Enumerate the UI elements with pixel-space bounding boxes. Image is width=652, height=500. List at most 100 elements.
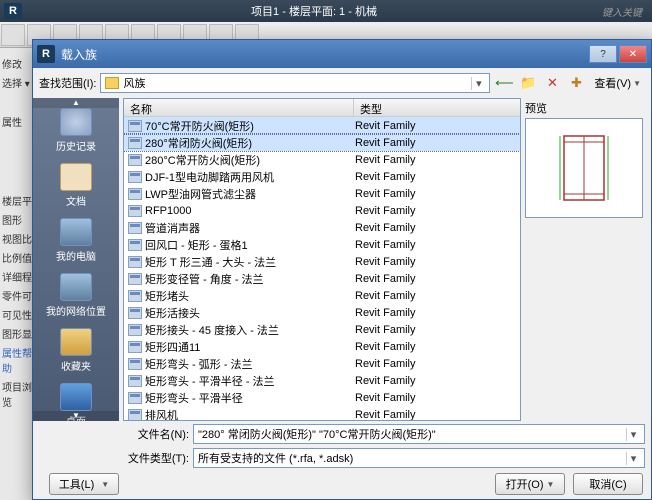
up-folder-button[interactable]: 📁 [518, 73, 538, 93]
sidebar-item-label: 我的电脑 [38, 248, 114, 263]
family-file-icon [128, 188, 142, 200]
dialog-titlebar[interactable]: R 载入族 ? ✕ [33, 40, 651, 68]
chevron-down-icon: ▼ [546, 480, 554, 489]
file-row[interactable]: 280°C常开防火阀(矩形)Revit Family [124, 151, 520, 168]
file-name: DJF-1型电动脚踏两用风机 [145, 169, 355, 185]
file-row[interactable]: RFP1000Revit Family [124, 202, 520, 219]
sidebar-item-fav[interactable]: 收藏夹 [38, 324, 114, 377]
file-list: 名称 类型 70°C常开防火阀(矩形)Revit Family280°常闭防火阀… [123, 98, 521, 421]
sidebar-item-docs[interactable]: 文档 [38, 159, 114, 212]
file-row[interactable]: 70°C常开防火阀(矩形)Revit Family [124, 117, 520, 134]
file-name: 矩形活接头 [145, 305, 355, 321]
family-file-icon [128, 409, 142, 421]
file-name: 280°常闭防火阀(矩形) [145, 135, 355, 151]
dialog-app-icon: R [37, 45, 55, 63]
path-row: 查找范围(I): 风族 ▾ ⟵ 📁 ✕ ✚ 查看(V) ▼ [33, 68, 651, 98]
toolbar-button[interactable] [1, 24, 25, 46]
places-sidebar: ▲ 历史记录文档我的电脑我的网络位置收藏夹桌面Metric LibraryMet… [33, 98, 119, 421]
cancel-button[interactable]: 取消(C) [573, 473, 643, 495]
view-mode-button[interactable]: 查看(V) ▼ [590, 73, 645, 93]
chevron-down-icon[interactable]: ▾ [471, 77, 485, 90]
preview-label: 预览 [525, 98, 645, 118]
look-in-combo[interactable]: 风族 ▾ [100, 73, 490, 93]
column-name[interactable]: 名称 [124, 99, 354, 116]
family-file-icon [128, 324, 142, 336]
file-row[interactable]: 矩形接头 - 45 度接入 - 法兰Revit Family [124, 321, 520, 338]
file-type: Revit Family [355, 188, 516, 200]
file-name: 矩形弯头 - 平滑半径 [145, 390, 355, 406]
sidebar-scroll-up[interactable]: ▲ [33, 98, 119, 108]
sidebar-item-pc[interactable]: 我的电脑 [38, 214, 114, 267]
family-file-icon [128, 392, 142, 404]
sidebar-item-history[interactable]: 历史记录 [38, 104, 114, 157]
dialog-title: 载入族 [61, 46, 587, 63]
file-name: 矩形接头 - 45 度接入 - 法兰 [145, 322, 355, 338]
open-label: 打开(O) [506, 476, 544, 492]
list-header: 名称 类型 [124, 99, 520, 117]
file-row[interactable]: 矩形堵头Revit Family [124, 287, 520, 304]
open-button[interactable]: 打开(O) ▼ [495, 473, 565, 495]
file-name-input[interactable]: "280° 常闭防火阀(矩形)" "70°C常开防火阀(矩形)" ▾ [193, 424, 645, 444]
file-row[interactable]: 矩形弯头 - 弧形 - 法兰Revit Family [124, 355, 520, 372]
fav-icon [60, 328, 92, 356]
sidebar-item-label: 收藏夹 [38, 358, 114, 373]
file-name: 回风口 - 矩形 - 蛋格1 [145, 237, 355, 253]
pc-icon [60, 218, 92, 246]
file-type-label: 文件类型(T): [119, 450, 189, 466]
docs-icon [60, 163, 92, 191]
file-type: Revit Family [355, 358, 516, 370]
file-name: LWP型油网管式滤尘器 [145, 186, 355, 202]
help-button[interactable]: ? [589, 45, 617, 63]
file-row[interactable]: 排风机Revit Family [124, 406, 520, 420]
preview-pane: 预览 [525, 98, 645, 421]
column-type[interactable]: 类型 [354, 99, 520, 116]
file-name: 矩形变径管 - 角度 - 法兰 [145, 271, 355, 287]
folder-icon [105, 77, 119, 89]
file-row[interactable]: 回风口 - 矩形 - 蛋格1Revit Family [124, 236, 520, 253]
family-file-icon [128, 273, 142, 285]
chevron-down-icon: ▼ [101, 480, 109, 489]
file-type-value: 所有受支持的文件 (*.rfa, *.adsk) [198, 450, 353, 466]
file-type: Revit Family [355, 290, 516, 302]
chevron-down-icon[interactable]: ▾ [626, 428, 640, 441]
history-icon [60, 108, 92, 136]
sidebar-item-net[interactable]: 我的网络位置 [38, 269, 114, 322]
app-search-placeholder[interactable]: 键入关键 [602, 4, 648, 19]
file-type: Revit Family [355, 171, 516, 183]
file-fields: 文件名(N): "280° 常闭防火阀(矩形)" "70°C常开防火阀(矩形)"… [119, 421, 645, 469]
chevron-down-icon[interactable]: ▾ [626, 452, 640, 465]
new-folder-button[interactable]: ✚ [566, 73, 586, 93]
close-button[interactable]: ✕ [619, 45, 647, 63]
sidebar-item-label: 我的网络位置 [38, 303, 114, 318]
look-in-value: 风族 [123, 75, 471, 91]
list-rows[interactable]: 70°C常开防火阀(矩形)Revit Family280°常闭防火阀(矩形)Re… [124, 117, 520, 420]
family-file-icon [128, 375, 142, 387]
file-type: Revit Family [355, 239, 516, 251]
file-name: 70°C常开防火阀(矩形) [145, 118, 355, 134]
app-titlebar: R 项目1 - 楼层平面: 1 - 机械 键入关键 [0, 0, 652, 22]
file-row[interactable]: 矩形变径管 - 角度 - 法兰Revit Family [124, 270, 520, 287]
file-row[interactable]: 矩形活接头Revit Family [124, 304, 520, 321]
file-row[interactable]: 矩形弯头 - 平滑半径Revit Family [124, 389, 520, 406]
file-row[interactable]: DJF-1型电动脚踏两用风机Revit Family [124, 168, 520, 185]
file-row[interactable]: 矩形四通11Revit Family [124, 338, 520, 355]
file-type: Revit Family [355, 137, 516, 149]
file-type: Revit Family [355, 409, 516, 421]
file-row[interactable]: 管道消声器Revit Family [124, 219, 520, 236]
view-label: 查看(V) [594, 75, 631, 91]
file-row[interactable]: LWP型油网管式滤尘器Revit Family [124, 185, 520, 202]
file-type-select[interactable]: 所有受支持的文件 (*.rfa, *.adsk) ▾ [193, 448, 645, 468]
file-type: Revit Family [355, 324, 516, 336]
file-row[interactable]: 280°常闭防火阀(矩形)Revit Family [124, 134, 520, 151]
file-name: 矩形弯头 - 平滑半径 - 法兰 [145, 373, 355, 389]
file-type: Revit Family [355, 341, 516, 353]
back-button[interactable]: ⟵ [494, 73, 514, 93]
family-file-icon [128, 290, 142, 302]
sidebar-scroll-down[interactable]: ▼ [33, 411, 119, 421]
delete-button[interactable]: ✕ [542, 73, 562, 93]
file-row[interactable]: 矩形弯头 - 平滑半径 - 法兰Revit Family [124, 372, 520, 389]
look-in-label: 查找范围(I): [39, 75, 96, 91]
sidebar-item-label: 历史记录 [38, 138, 114, 153]
tools-button[interactable]: 工具(L) ▼ [49, 473, 119, 495]
file-row[interactable]: 矩形 T 形三通 - 大头 - 法兰Revit Family [124, 253, 520, 270]
